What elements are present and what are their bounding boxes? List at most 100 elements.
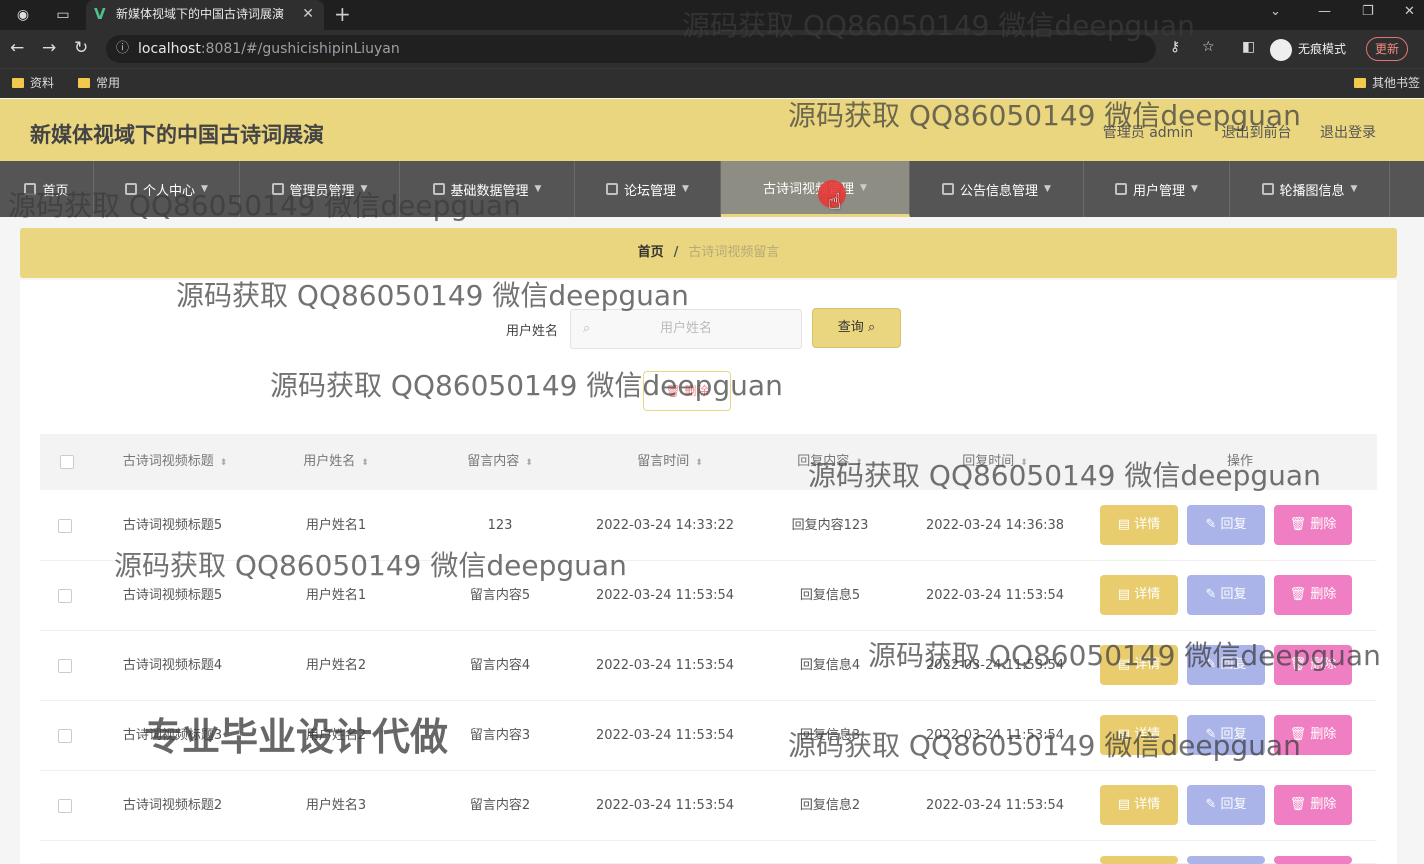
browser-tab[interactable]: V 新媒体视域下的中国古诗词展演 ✕ xyxy=(86,0,324,30)
vue-favicon-icon: V xyxy=(94,5,106,23)
close-window-icon[interactable]: ✕ xyxy=(1404,4,1415,19)
nav-item-users[interactable]: 用户管理 ▼ xyxy=(1084,161,1230,217)
detail-button[interactable]: ▤ 详情 xyxy=(1100,505,1178,545)
search-label: 用户姓名 xyxy=(506,324,559,339)
watermark-big: 专业毕业设计代做 xyxy=(144,715,449,759)
nav-item-notice[interactable]: 公告信息管理 ▼ xyxy=(910,161,1084,217)
delete-button[interactable]: 🗑 删除 xyxy=(1274,575,1352,615)
watermark-text: 源码获取 QQ86050149 微信deepguan xyxy=(868,639,1381,672)
watermark-text: 源码获取 QQ86050149 微信deepguan xyxy=(8,189,521,222)
nav-label: 用户管理 xyxy=(1133,183,1186,199)
browser-tab-title: 新媒体视域下的中国古诗词展演 xyxy=(116,7,285,21)
select-all-checkbox[interactable] xyxy=(60,455,74,469)
reply-label: 回复 xyxy=(1220,587,1247,602)
tab-list-icon[interactable]: ⌄ xyxy=(1270,4,1281,19)
bookmark-folder-changyong[interactable]: 常用 xyxy=(78,75,120,91)
cell-username: 用户姓名2 xyxy=(305,658,367,673)
new-tab-icon[interactable]: + xyxy=(334,2,351,26)
header-label: 留言时间 xyxy=(637,454,690,469)
tab-search-icon[interactable]: ▭ xyxy=(52,4,74,26)
cell-reply-time: 2022-03-24 11:53:54 xyxy=(925,588,1065,603)
users-icon xyxy=(1115,183,1128,195)
table-row: 古诗词视频标题2 用户姓名3 留言内容2 2022-03-24 11:53:54… xyxy=(40,771,1377,841)
query-label: 查询 xyxy=(837,320,864,335)
bookmark-star-icon[interactable]: ☆ xyxy=(1202,39,1215,55)
row-checkbox[interactable] xyxy=(58,729,72,743)
row-checkbox[interactable] xyxy=(58,589,72,603)
sort-icon[interactable]: ⬍ xyxy=(695,458,703,468)
reply-label: 回复 xyxy=(1220,517,1247,532)
folder-icon xyxy=(1354,78,1366,88)
column-header-title[interactable]: 古诗词视频标题 ⬍ xyxy=(100,434,250,490)
column-header-username[interactable]: 用户姓名 ⬍ xyxy=(276,434,396,490)
header-label: 用户姓名 xyxy=(303,454,356,469)
cell-message-time: 2022-03-24 11:53:54 xyxy=(595,728,735,743)
forward-icon[interactable]: → xyxy=(42,38,56,58)
column-header-message[interactable]: 留言内容 ⬍ xyxy=(440,434,560,490)
restore-icon[interactable]: ❐ xyxy=(1362,4,1374,19)
cell-message: 留言内容2 xyxy=(469,798,531,813)
sort-icon[interactable]: ⬍ xyxy=(361,458,369,468)
username-search-input[interactable]: ⌕ 用户姓名 xyxy=(570,309,802,349)
search-placeholder: 用户姓名 xyxy=(659,321,712,336)
chevron-down-icon: ▼ xyxy=(1044,184,1051,194)
row-checkbox[interactable] xyxy=(58,659,72,673)
cell-reply: 回复内容123 xyxy=(791,518,869,533)
detail-button[interactable]: ▤ 详情 xyxy=(1100,785,1178,825)
nav-item-forum[interactable]: 论坛管理 ▼ xyxy=(575,161,721,217)
chevron-down-icon: ▼ xyxy=(682,184,689,194)
column-header-message-time[interactable]: 留言时间 ⬍ xyxy=(595,434,745,490)
close-tab-icon[interactable]: ✕ xyxy=(302,0,314,28)
delete-button[interactable]: 🗑 删除 xyxy=(1274,785,1352,825)
chevron-down-icon: ▼ xyxy=(1350,184,1358,194)
cell-message-time: 2022-03-24 11:53:54 xyxy=(595,658,735,673)
watermark-text: 源码获取 QQ86050149 微信deepguan xyxy=(176,279,689,312)
row-checkbox[interactable] xyxy=(58,519,72,533)
update-button[interactable]: 更新 xyxy=(1366,37,1409,61)
query-button[interactable]: 查询 ⌕ xyxy=(812,308,901,348)
nav-item-carousel[interactable]: 轮播图信息 ▼ xyxy=(1230,161,1390,217)
cell-reply: 回复信息5 xyxy=(799,588,861,603)
detail-button[interactable]: ▤ 详情 xyxy=(1100,575,1178,615)
side-panel-icon[interactable]: ◧ xyxy=(1242,39,1255,55)
breadcrumb-home[interactable]: 首页 xyxy=(638,245,664,260)
sort-icon[interactable]: ⬍ xyxy=(525,458,533,468)
logout-link[interactable]: 退出登录 xyxy=(1320,125,1376,141)
minimize-icon[interactable]: — xyxy=(1318,4,1331,19)
chevron-down-icon: ▼ xyxy=(1191,184,1198,194)
reload-icon[interactable]: ↻ xyxy=(74,38,88,58)
watermark-text: 源码获取 QQ86050149 微信deepguan xyxy=(808,459,1321,492)
reply-button[interactable]: ✎ 回复 xyxy=(1187,785,1265,825)
delete-label: 删除 xyxy=(1310,797,1337,812)
incognito-icon xyxy=(1270,38,1292,61)
breadcrumb-current: 古诗词视频留言 xyxy=(688,245,780,260)
watermark-text: 源码获取 QQ86050149 微信deepguan xyxy=(682,9,1195,42)
bookmark-label: 资料 xyxy=(30,76,55,90)
bookmark-folder-ziliao[interactable]: 资料 xyxy=(12,75,54,91)
notice-icon xyxy=(942,183,955,195)
detail-button[interactable] xyxy=(1100,856,1178,864)
sort-icon[interactable]: ⬍ xyxy=(220,458,228,468)
cell-title: 古诗词视频标题4 xyxy=(122,658,223,673)
delete-label: 删除 xyxy=(1310,727,1337,742)
nav-item-poetry-video[interactable]: 古诗词视频管理 ▼ xyxy=(721,161,910,217)
reply-button[interactable]: ✎ 回复 xyxy=(1187,505,1265,545)
cell-username: 用户姓名3 xyxy=(305,798,367,813)
watermark-text: 源码获取 QQ86050149 微信deepguan xyxy=(114,549,627,582)
browser-menu-icon[interactable]: ◉ xyxy=(12,4,34,26)
incognito-indicator[interactable]: 无痕模式 xyxy=(1270,37,1346,61)
back-icon[interactable]: ← xyxy=(10,38,24,58)
other-bookmarks[interactable]: 其他书签 xyxy=(1354,75,1420,91)
chevron-down-icon: ▼ xyxy=(860,182,867,193)
reply-button[interactable] xyxy=(1187,856,1265,864)
site-info-icon[interactable]: ⓘ xyxy=(116,35,129,63)
row-checkbox[interactable] xyxy=(58,799,72,813)
delete-button[interactable] xyxy=(1274,856,1352,864)
reply-button[interactable]: ✎ 回复 xyxy=(1187,575,1265,615)
delete-button[interactable]: 🗑 删除 xyxy=(1274,505,1352,545)
cell-reply-time: 2022-03-24 14:36:38 xyxy=(925,518,1065,533)
chevron-down-icon: ▼ xyxy=(534,184,542,194)
url-host: localhost xyxy=(138,41,201,57)
cell-message: 留言内容3 xyxy=(469,728,531,743)
nav-label: 轮播图信息 xyxy=(1279,183,1345,199)
